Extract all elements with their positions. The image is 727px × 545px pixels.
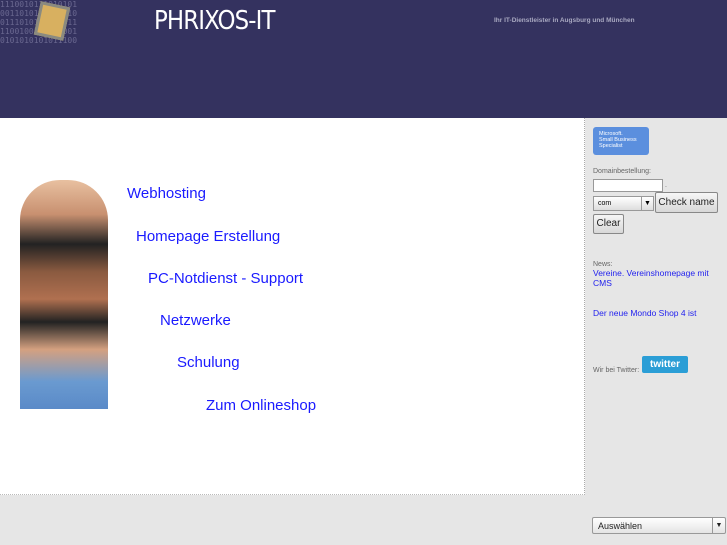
twitter-button[interactable]: twitter <box>642 356 688 373</box>
nav-homepage-erstellung[interactable]: Homepage Erstellung <box>136 228 280 245</box>
microsoft-badge[interactable]: Microsoft. Small Business Specialist <box>593 127 649 155</box>
domain-input[interactable] <box>593 179 663 192</box>
nav-onlineshop[interactable]: Zum Onlineshop <box>206 397 316 414</box>
footer-select[interactable]: Auswählen ▼ <box>592 517 726 534</box>
badge-line: Specialist <box>599 143 623 149</box>
news-item[interactable]: Vereine. Vereinshomepage mit CMS <box>593 268 718 288</box>
tld-value: com <box>598 200 612 207</box>
news-label: News: <box>593 261 613 268</box>
chevron-down-icon: ▼ <box>641 197 653 210</box>
site-title[interactable]: PHRIXOS-IT <box>154 6 275 36</box>
nav-webhosting[interactable]: Webhosting <box>127 185 206 202</box>
chevron-down-icon: ▼ <box>712 518 725 533</box>
nav-pc-notdienst[interactable]: PC-Notdienst - Support <box>148 270 303 287</box>
check-name-button[interactable]: Check name <box>655 192 718 213</box>
tld-select[interactable]: com ▼ <box>593 196 654 211</box>
domain-dot: . <box>665 182 667 189</box>
clear-button[interactable]: Clear <box>593 214 624 234</box>
sidebar: Microsoft. Small Business Specialist Dom… <box>586 118 727 495</box>
domain-label: Domainbestellung: <box>593 168 651 175</box>
nav-netzwerke[interactable]: Netzwerke <box>160 312 231 329</box>
footer-select-value: Auswählen <box>598 521 643 531</box>
main-content: Webhosting Homepage Erstellung PC-Notdie… <box>0 118 585 495</box>
nav-schulung[interactable]: Schulung <box>177 354 240 371</box>
news-item[interactable]: Der neue Mondo Shop 4 ist <box>593 308 718 318</box>
tagline: Ihr IT-Dienstleister in Augsburg und Mün… <box>494 17 635 24</box>
twitter-label: Wir bei Twitter: <box>593 367 640 374</box>
support-team-image <box>20 180 108 409</box>
header: 1110010111010101 0011010101110010 011101… <box>0 0 727 118</box>
